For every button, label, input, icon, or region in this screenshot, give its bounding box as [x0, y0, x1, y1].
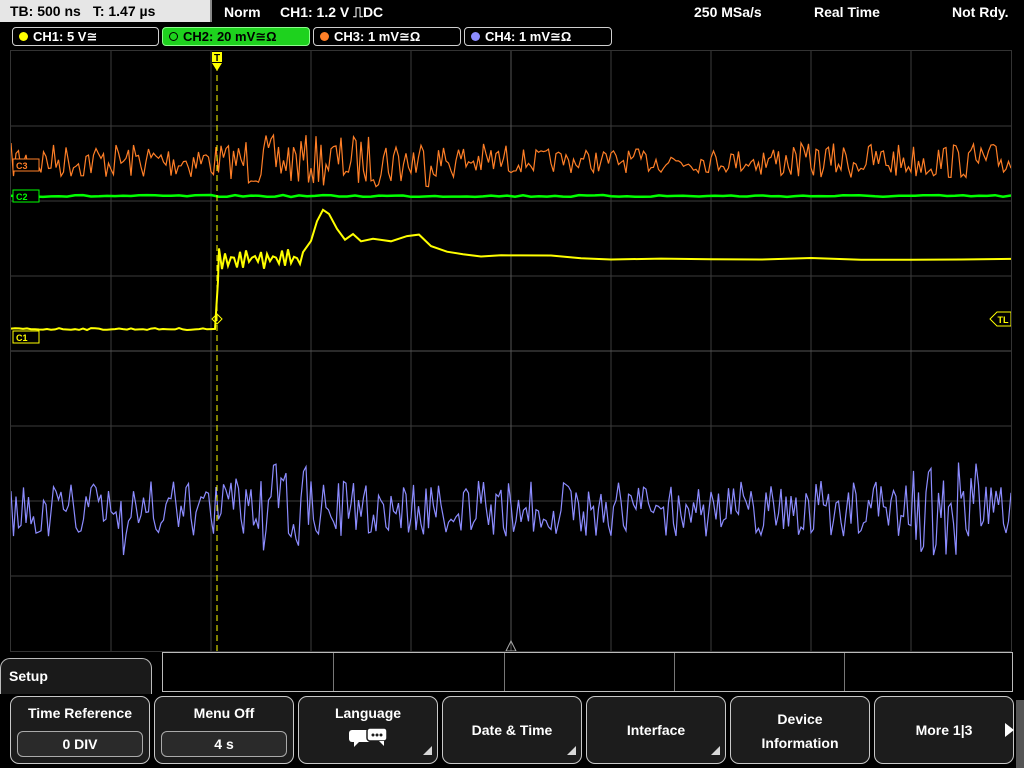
ch2-waveform: [11, 193, 1011, 199]
language-softkey[interactable]: Language: [298, 696, 438, 764]
channel-tab-ch3[interactable]: CH3: 1 mV≅Ω: [313, 27, 461, 46]
ch1-color-dot-icon: [19, 32, 28, 41]
trigger-mode[interactable]: Norm: [224, 0, 261, 24]
submenu-corner-icon: [423, 746, 432, 755]
trigger-position-marker[interactable]: T: [212, 52, 222, 71]
trigger-time-readout: T: 1.47 µs: [92, 3, 156, 19]
softkey-label: Date & Time: [471, 722, 553, 738]
channel-tab-label: CH3: 1 mV≅Ω: [334, 29, 421, 44]
more-softkey[interactable]: More 1|3: [874, 696, 1014, 764]
softkey-label: More 1|3: [915, 722, 973, 738]
info-divider: [504, 653, 505, 691]
menu-off-value[interactable]: 4 s: [161, 731, 287, 757]
ch2-color-dot-icon: [169, 32, 178, 41]
ch1-marker-label: C1: [16, 333, 28, 343]
trigger-arrow-icon: [212, 63, 222, 71]
channel-tab-row: CH1: 5 V≅ CH2: 20 mV≅Ω CH3: 1 mV≅Ω CH4: …: [0, 26, 1024, 48]
menu-off-softkey[interactable]: Menu Off 4 s: [154, 696, 294, 764]
speech-bubbles-icon: [349, 727, 388, 747]
ch3-marker-label: C3: [16, 161, 28, 171]
info-strip: [162, 652, 1013, 692]
trigger-level-label: TL: [998, 315, 1009, 325]
ch2-offset-marker[interactable]: C2: [12, 189, 40, 203]
acquisition-mode: Real Time: [814, 4, 880, 20]
ch1-offset-marker[interactable]: C1: [12, 330, 40, 344]
date-time-softkey[interactable]: Date & Time: [442, 696, 582, 764]
trigger-info[interactable]: CH1: 1.2 V ⎍DC: [280, 0, 383, 24]
trigger-marker-label: T: [214, 53, 220, 64]
softkey-label-line2: Information: [761, 735, 839, 751]
graticule: [11, 51, 1011, 651]
status-bar: TB: 500 ns T: 1.47 µs Norm CH1: 1.2 V ⎍DC…: [0, 0, 1024, 24]
channel-tab-ch1[interactable]: CH1: 5 V≅: [12, 27, 159, 46]
device-information-softkey[interactable]: Device Information: [730, 696, 870, 764]
submenu-corner-icon: [567, 746, 576, 755]
info-divider: [674, 653, 675, 691]
channel-tab-ch2[interactable]: CH2: 20 mV≅Ω: [162, 27, 310, 46]
softkey-label: Time Reference: [27, 705, 132, 721]
info-divider: [844, 653, 845, 691]
softkey-label-line1: Device: [777, 711, 823, 727]
softkey-label: Interface: [626, 722, 686, 738]
timebase-readout: TB: 500 ns: [10, 3, 81, 19]
sample-rate: 250 MSa/s: [694, 4, 762, 20]
submenu-corner-icon: [711, 746, 720, 755]
ch2-marker-label: C2: [16, 192, 28, 202]
ch4-color-dot-icon: [471, 32, 480, 41]
chevron-right-icon: [1005, 723, 1014, 737]
channel-tab-ch4[interactable]: CH4: 1 mV≅Ω: [464, 27, 612, 46]
side-edge-bar: [1016, 700, 1024, 768]
time-reference-value[interactable]: 0 DIV: [17, 731, 143, 757]
info-divider: [333, 653, 334, 691]
ch3-offset-marker[interactable]: C3: [12, 158, 40, 172]
softkey-label: Menu Off: [193, 705, 255, 721]
acquisition-status: Not Rdy.: [952, 4, 1009, 20]
menu-title-tab[interactable]: Setup: [0, 658, 152, 694]
channel-tab-label: CH1: 5 V≅: [33, 29, 98, 44]
trigger-level-marker[interactable]: TL: [989, 311, 1011, 327]
interface-softkey[interactable]: Interface: [586, 696, 726, 764]
softkey-label: Language: [334, 705, 402, 721]
channel-tab-label: CH4: 1 mV≅Ω: [485, 29, 572, 44]
time-reference-softkey[interactable]: Time Reference 0 DIV: [10, 696, 150, 764]
waveform-display[interactable]: T TL C1 C2 C3: [10, 50, 1012, 652]
channel-tab-label: CH2: 20 mV≅Ω: [183, 29, 277, 44]
waveform-canvas[interactable]: T TL C1 C2 C3: [11, 51, 1011, 651]
ch3-color-dot-icon: [320, 32, 329, 41]
timebase-box[interactable]: TB: 500 ns T: 1.47 µs: [0, 0, 212, 22]
